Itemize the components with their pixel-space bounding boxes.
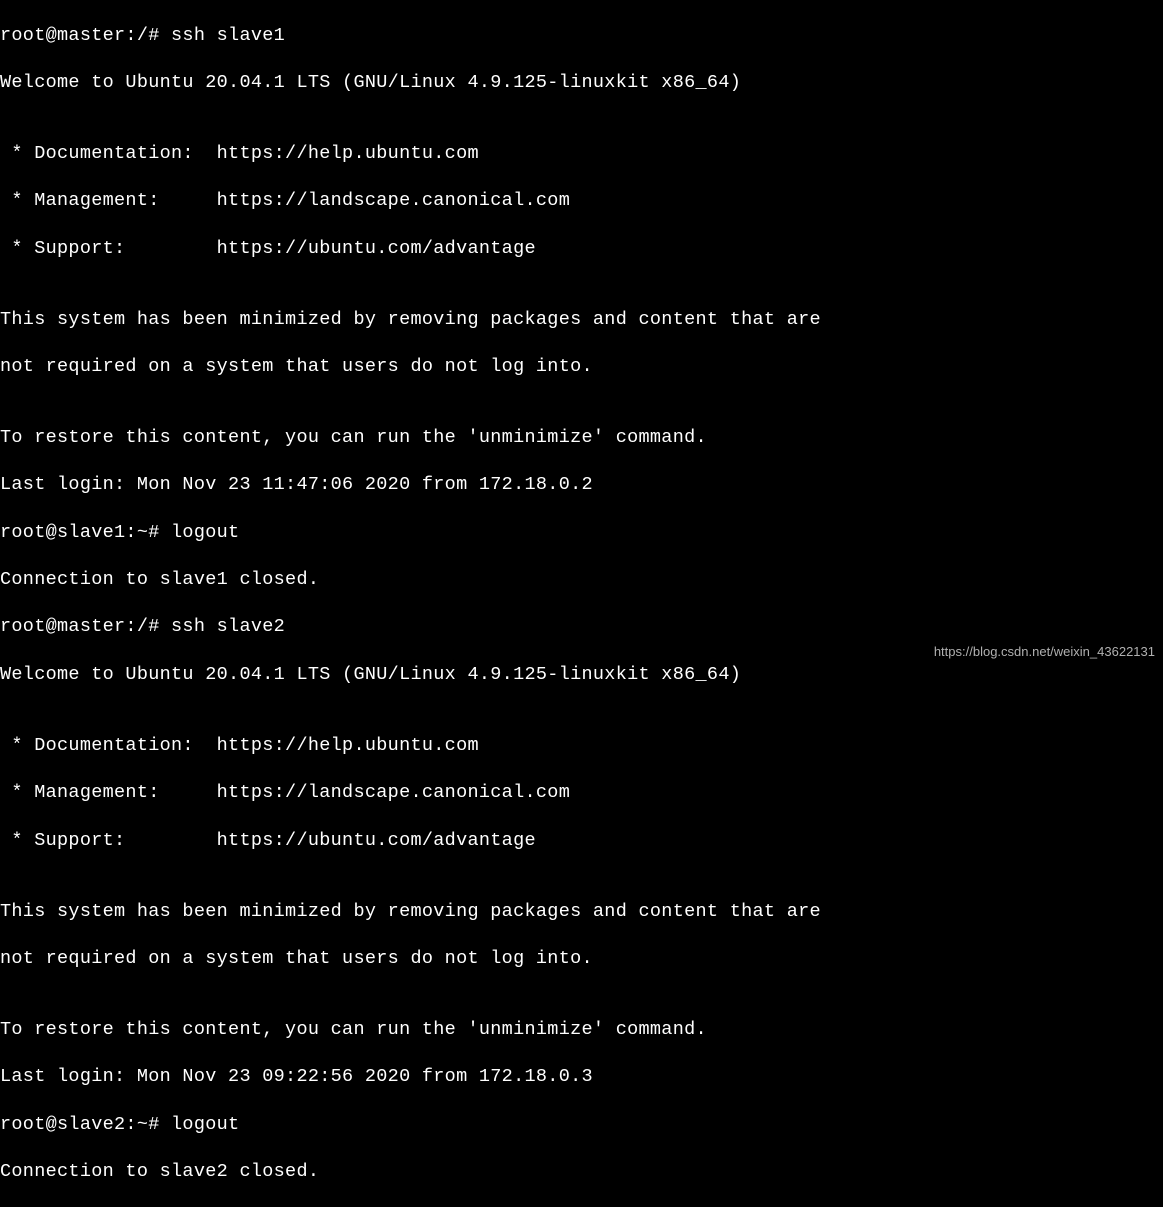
terminal-output[interactable]: root@master:/# ssh slave1 Welcome to Ubu…: [0, 0, 1163, 1207]
terminal-line: Last login: Mon Nov 23 09:22:56 2020 fro…: [0, 1065, 1163, 1089]
terminal-line: To restore this content, you can run the…: [0, 1018, 1163, 1042]
terminal-line: Last login: Mon Nov 23 11:47:06 2020 fro…: [0, 473, 1163, 497]
terminal-line: This system has been minimized by removi…: [0, 900, 1163, 924]
terminal-line: This system has been minimized by removi…: [0, 308, 1163, 332]
terminal-line: not required on a system that users do n…: [0, 355, 1163, 379]
terminal-line: * Documentation: https://help.ubuntu.com: [0, 142, 1163, 166]
terminal-line: not required on a system that users do n…: [0, 947, 1163, 971]
terminal-line: * Management: https://landscape.canonica…: [0, 189, 1163, 213]
terminal-line: Welcome to Ubuntu 20.04.1 LTS (GNU/Linux…: [0, 71, 1163, 95]
terminal-line: Connection to slave2 closed.: [0, 1160, 1163, 1184]
terminal-line: Welcome to Ubuntu 20.04.1 LTS (GNU/Linux…: [0, 663, 1163, 687]
terminal-line: root@master:/# ssh slave1: [0, 24, 1163, 48]
terminal-line: root@slave2:~# logout: [0, 1113, 1163, 1137]
terminal-line: root@slave1:~# logout: [0, 521, 1163, 545]
watermark-text: https://blog.csdn.net/weixin_43622131: [934, 644, 1155, 661]
terminal-line: * Support: https://ubuntu.com/advantage: [0, 829, 1163, 853]
terminal-line: To restore this content, you can run the…: [0, 426, 1163, 450]
terminal-line: root@master:/# ssh slave2: [0, 615, 1163, 639]
terminal-line: Connection to slave1 closed.: [0, 568, 1163, 592]
terminal-line: * Support: https://ubuntu.com/advantage: [0, 237, 1163, 261]
terminal-line: * Documentation: https://help.ubuntu.com: [0, 734, 1163, 758]
terminal-line: * Management: https://landscape.canonica…: [0, 781, 1163, 805]
